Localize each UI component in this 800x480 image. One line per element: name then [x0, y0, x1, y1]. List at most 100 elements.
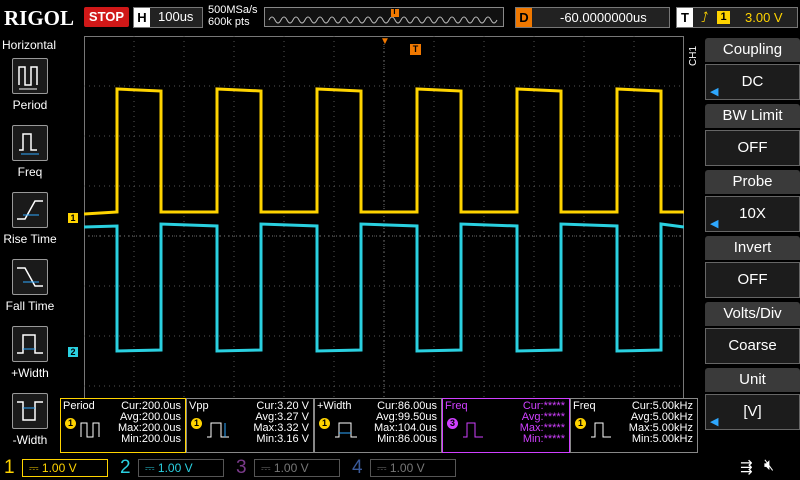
channel-scale: ⎓ 1.00 V — [254, 459, 340, 477]
menu-item-neg-width[interactable]: -Width — [0, 393, 60, 457]
menu-unit-label: Unit — [705, 368, 800, 392]
menu-item-label: Period — [12, 98, 48, 112]
channel-bar: 1 ⎓ 1.00 V 2 ⎓ 1.00 V 3 ⎓ 1.00 V 4 ⎓ 1.0… — [0, 456, 800, 480]
period-icon — [12, 58, 48, 94]
channel-scale-value: 1.00 V — [389, 461, 425, 475]
menu-bw-limit-label: BW Limit — [705, 104, 800, 128]
menu-item-label: Fall Time — [5, 299, 55, 313]
waveform-display[interactable]: ▼ T — [84, 36, 684, 436]
menu-volts-div[interactable]: Volts/Div Coarse — [705, 302, 800, 366]
menu-item-label: +Width — [11, 366, 49, 380]
menu-item-fall-time[interactable]: Fall Time — [0, 259, 60, 323]
memory-trigger-marker: T — [392, 7, 397, 16]
measurement-vpp[interactable]: Vpp 1 Cur:3.20 V Avg:3.27 V Max:3.32 V M… — [186, 398, 314, 453]
menu-volts-div-value[interactable]: Coarse — [705, 328, 800, 364]
measurement-source: 1 — [191, 418, 202, 429]
trigger-source: 1 — [717, 11, 730, 24]
measurement-source: 1 — [575, 418, 586, 429]
channel-2-button[interactable]: 2 ⎓ 1.00 V — [116, 456, 232, 480]
channel-number: 3 — [236, 457, 247, 478]
pos-width-icon — [12, 326, 48, 362]
channel-tag: CH1 — [688, 45, 699, 66]
measurement-freq-ch3[interactable]: Freq 3 Cur:***** Avg:***** Max:***** Min… — [442, 398, 570, 453]
channel-4-button[interactable]: 4 ⎓ 1.00 V — [348, 456, 464, 480]
channel-scale: ⎓ 1.00 V — [138, 459, 224, 477]
menu-item-freq[interactable]: Freq — [0, 125, 60, 189]
measurement-name: Period — [63, 400, 95, 412]
run-stop-indicator[interactable]: STOP — [84, 7, 129, 27]
acquisition-info: 500MSa/s 600k pts — [208, 4, 258, 28]
timebase-scale[interactable]: H 100us — [133, 7, 203, 28]
trigger-label: T — [677, 8, 693, 27]
channel-scale-value: 1.00 V — [157, 461, 193, 475]
speaker-muted-icon[interactable]: 🔇︎ — [764, 457, 774, 475]
measurement-period[interactable]: Period 1 Cur:200.0us Avg:200.0us Max:200… — [60, 398, 186, 453]
measurement-name: Vpp — [189, 400, 209, 412]
menu-probe[interactable]: Probe ◀ 10X — [705, 170, 800, 234]
waveform-grid — [84, 36, 684, 436]
delay-label: D — [516, 8, 532, 27]
memory-position-strip[interactable]: T — [264, 7, 504, 27]
trigger-level: 3.00 V — [745, 10, 783, 25]
rising-edge-icon: ⭜ — [701, 9, 709, 25]
channel-1-button[interactable]: 1 ⎓ 1.00 V — [0, 456, 116, 480]
stat-min: Min:86.00us — [377, 433, 437, 445]
horizontal-delay[interactable]: D -60.0000000us — [515, 7, 670, 28]
coupling-value-text: DC — [741, 73, 764, 90]
menu-coupling-value[interactable]: ◀ DC — [705, 64, 800, 100]
menu-bw-limit[interactable]: BW Limit OFF — [705, 104, 800, 168]
usb-icon: ⇶ — [740, 459, 753, 476]
menu-item-rise-time[interactable]: Rise Time — [0, 192, 60, 256]
channel-scale: ⎓ 1.00 V — [370, 459, 456, 477]
unit-value-text: [V] — [743, 403, 762, 420]
period-icon — [80, 422, 100, 438]
memory-depth: 600k pts — [208, 16, 250, 28]
menu-item-period[interactable]: Period — [0, 58, 60, 122]
channel-scale-value: 1.00 V — [41, 461, 77, 475]
fall-time-icon — [12, 259, 48, 295]
measurement-stats: Cur:3.20 V Avg:3.27 V Max:3.32 V Min:3.1… — [253, 401, 309, 445]
timebase-label: H — [134, 8, 150, 27]
measurement-name: +Width — [317, 400, 352, 412]
coupling-dc-icon: ⎓ — [377, 461, 387, 475]
coupling-dc-icon: ⎓ — [145, 461, 155, 475]
ch1-offset-marker[interactable]: 1 — [68, 213, 78, 223]
menu-unit-value[interactable]: ◀ [V] — [705, 394, 800, 430]
horizontal-measure-menu: Horizontal Period Freq Rise Time Fall Ti… — [0, 36, 60, 456]
pos-width-icon — [335, 422, 357, 438]
channel-number: 4 — [352, 457, 363, 478]
ch2-offset-marker[interactable]: 2 — [68, 347, 78, 357]
menu-invert-label: Invert — [705, 236, 800, 260]
channel-3-button[interactable]: 3 ⎓ 1.00 V — [232, 456, 348, 480]
measurement-stats: Cur:200.0us Avg:200.0us Max:200.0us Min:… — [118, 401, 181, 445]
menu-probe-value[interactable]: ◀ 10X — [705, 196, 800, 232]
measurement-stats: Cur:5.00kHz Avg:5.00kHz Max:5.00kHz Min:… — [629, 401, 693, 445]
freq-icon — [12, 125, 48, 161]
menu-invert-value[interactable]: OFF — [705, 262, 800, 298]
stat-min: Min:5.00kHz — [631, 433, 693, 445]
brand-logo: RIGOL — [4, 6, 75, 30]
stat-min: Min:200.0us — [121, 433, 181, 445]
menu-invert[interactable]: Invert OFF — [705, 236, 800, 300]
menu-unit[interactable]: Unit ◀ [V] — [705, 368, 800, 432]
menu-coupling[interactable]: Coupling ◀ DC — [705, 38, 800, 102]
menu-item-pos-width[interactable]: +Width — [0, 326, 60, 390]
channel-number: 1 — [4, 457, 15, 478]
menu-bw-limit-value[interactable]: OFF — [705, 130, 800, 166]
measurement-pos-width[interactable]: +Width 1 Cur:86.00us Avg:99.50us Max:104… — [314, 398, 442, 453]
neg-width-icon — [12, 393, 48, 429]
menu-item-label: Rise Time — [3, 232, 57, 246]
freq-icon — [591, 422, 611, 438]
trigger-info[interactable]: T ⭜ 1 3.00 V — [676, 7, 798, 28]
coupling-dc-icon: ⎓ — [29, 461, 39, 475]
measurement-name: Freq — [573, 400, 596, 412]
top-status-bar: RIGOL STOP H 100us 500MSa/s 600k pts T D… — [0, 0, 800, 36]
trigger-position-top-marker: ▼ — [380, 36, 390, 47]
left-menu-title: Horizontal — [2, 38, 57, 52]
channel-menu: Coupling ◀ DC BW Limit OFF Probe ◀ 10X Inv… — [700, 36, 800, 456]
measurement-source: 3 — [447, 418, 458, 429]
measurement-source: 1 — [319, 418, 330, 429]
measurement-freq-ch1[interactable]: Freq 1 Cur:5.00kHz Avg:5.00kHz Max:5.00k… — [570, 398, 698, 453]
delay-value: -60.0000000us — [560, 10, 647, 25]
channel-scale-value: 1.00 V — [273, 461, 309, 475]
